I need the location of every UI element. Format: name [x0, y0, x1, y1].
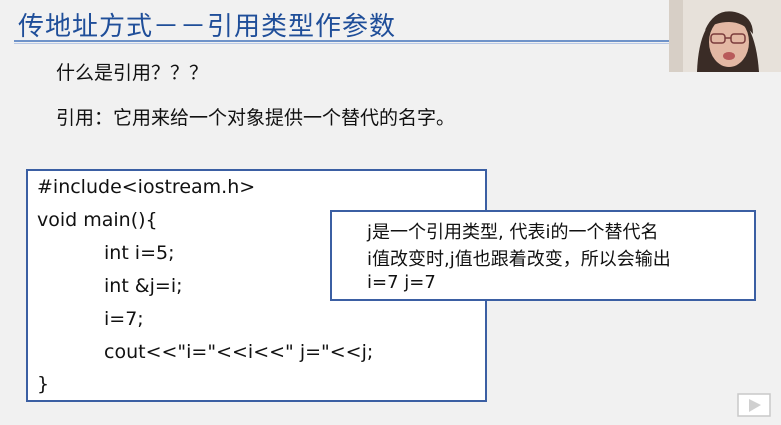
- title-rule-secondary: [14, 43, 674, 44]
- note-line-2: i值改变时,j值也跟着改变，所以会输出: [367, 249, 671, 270]
- title-rule: [14, 40, 674, 42]
- code-line-include: #include<iostream.h>: [37, 176, 256, 198]
- note-line-1: j是一个引用类型, 代表i的一个替代名: [367, 222, 659, 243]
- code-line-close: }: [37, 373, 50, 395]
- play-icon[interactable]: [734, 390, 774, 421]
- code-line-decl-i: int i=5;: [104, 242, 175, 264]
- note-line-3: i=7 j=7: [367, 272, 436, 293]
- code-line-assign: i=7;: [104, 308, 144, 330]
- code-line-cout: cout<<"i="<<i<<" j="<<j;: [104, 341, 374, 363]
- presenter-webcam-icon: [669, 0, 781, 72]
- slide-title: 传地址方式－－引用类型作参数: [18, 12, 397, 42]
- code-line-decl-j: int &j=i;: [104, 275, 183, 297]
- definition-text: 引用：它用来给一个对象提供一个替代的名字。: [56, 107, 456, 129]
- code-line-main: void main(){: [37, 209, 158, 231]
- note-box: j是一个引用类型, 代表i的一个替代名 i值改变时,j值也跟着改变，所以会输出 …: [330, 210, 756, 301]
- question-text: 什么是引用？？？: [56, 62, 209, 84]
